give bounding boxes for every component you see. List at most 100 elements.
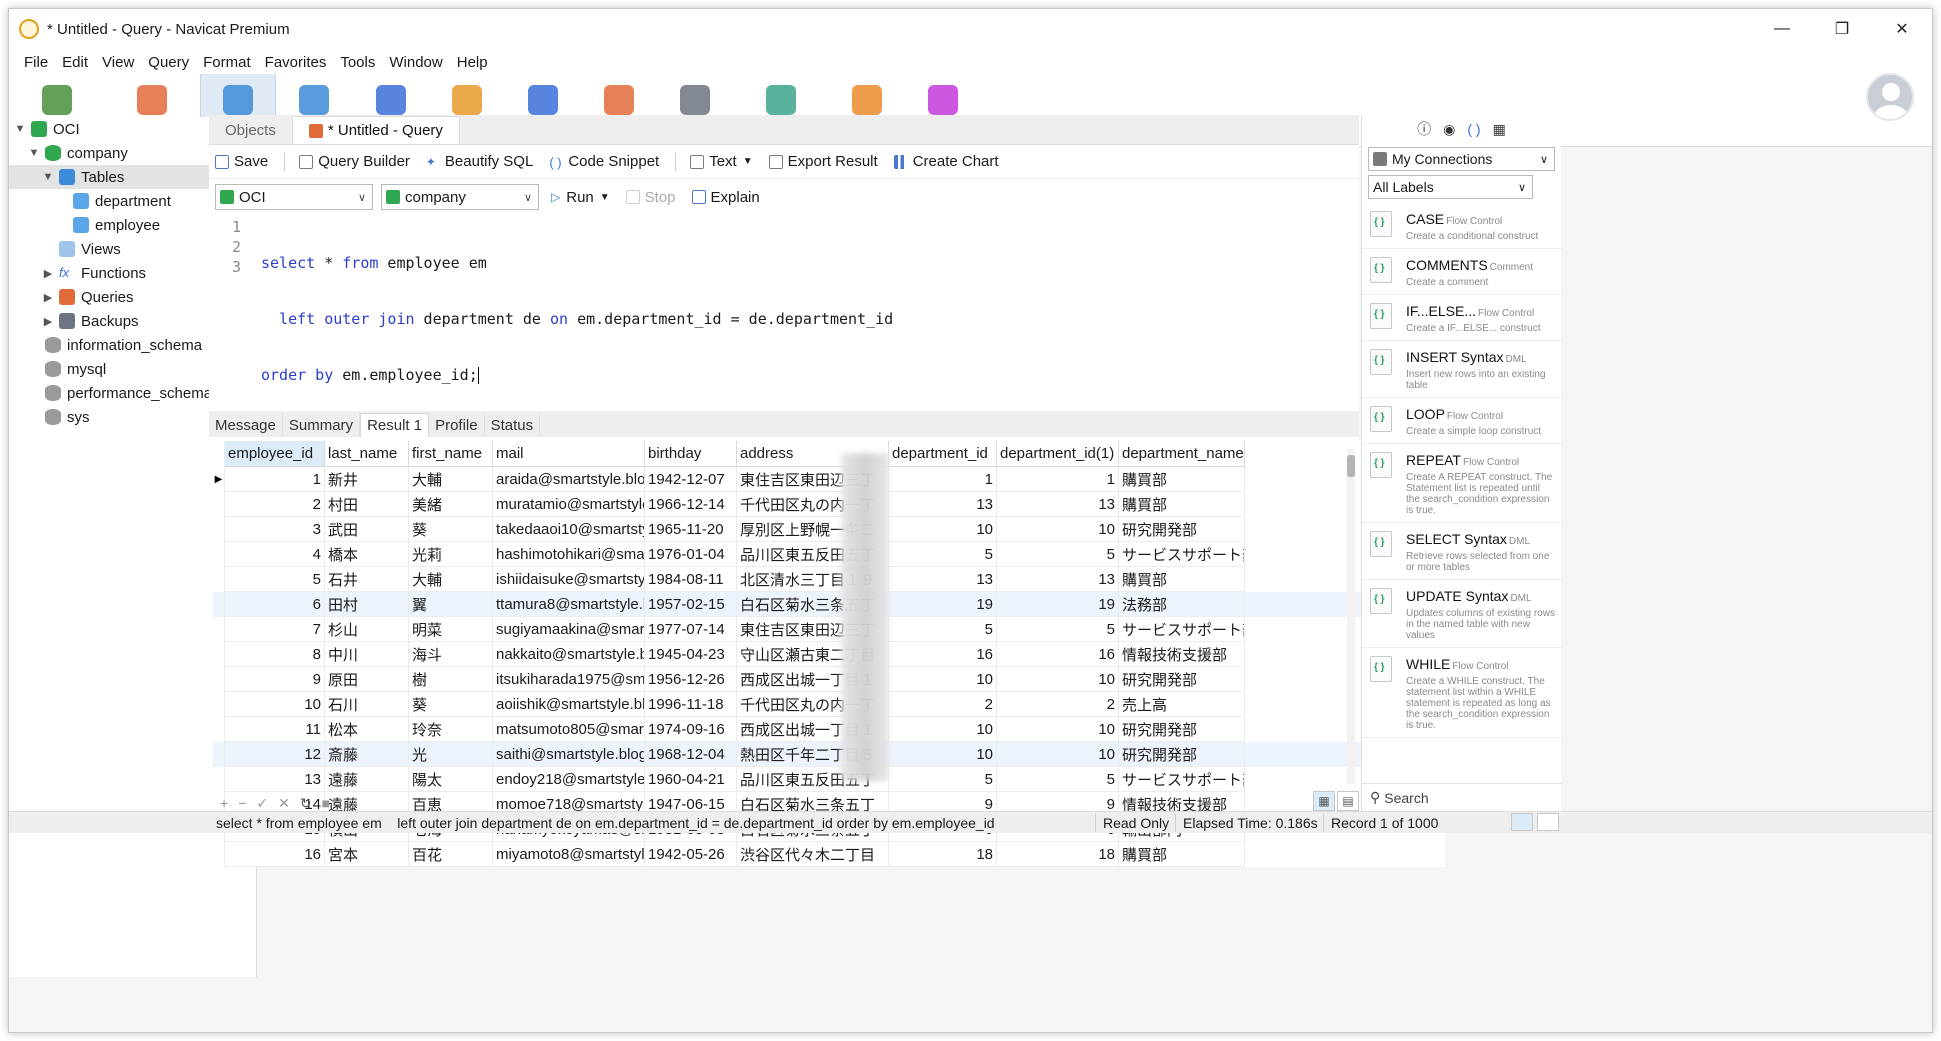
database-select[interactable]: company ∨: [381, 184, 539, 210]
grid-vertical-scrollbar[interactable]: [1347, 449, 1355, 784]
tab-status[interactable]: Status: [485, 413, 541, 437]
grid-cell[interactable]: 研究開発部: [1119, 517, 1245, 542]
expand-caret-icon[interactable]: ▶: [41, 267, 55, 280]
grid-cell[interactable]: hashimotohikari@smartstyle: [493, 542, 645, 567]
grid-cell[interactable]: 3: [225, 517, 325, 542]
column-header-department-id[interactable]: department_id: [889, 441, 997, 467]
grid-cell[interactable]: 1984-08-11: [645, 567, 737, 592]
grid-cell[interactable]: 光莉: [409, 542, 493, 567]
table-row[interactable]: 11松本玲奈matsumoto805@smartstyle.1974-09-16…: [213, 717, 1445, 742]
grid-cell[interactable]: 1: [889, 467, 997, 492]
restore-button[interactable]: ❐: [1812, 9, 1872, 49]
grid-cell[interactable]: 1942-05-26: [645, 842, 737, 867]
grid-cell[interactable]: 陽太: [409, 767, 493, 792]
snippet-item[interactable]: UPDATE SyntaxDML Updates columns of exist…: [1362, 580, 1561, 648]
minimize-button[interactable]: —: [1752, 9, 1812, 49]
grid-cell[interactable]: 5: [889, 542, 997, 567]
grid-cell[interactable]: sugiyamaakina@smartstyle.l: [493, 617, 645, 642]
grid-cell[interactable]: 中川: [325, 642, 409, 667]
tab-result-1[interactable]: Result 1: [360, 413, 430, 437]
grid-cell[interactable]: 1960-04-21: [645, 767, 737, 792]
export-result-button[interactable]: Export Result: [768, 153, 878, 170]
code-snippet-button[interactable]: ( ) Code Snippet: [549, 153, 659, 170]
grid-cell[interactable]: 10: [889, 742, 997, 767]
beautify-sql-button[interactable]: ✦ Beautify SQL: [426, 153, 533, 170]
grid-cell[interactable]: 5: [225, 567, 325, 592]
grid-cell[interactable]: 16: [889, 642, 997, 667]
table-row[interactable]: 2村田美緒muratamio@smartstyle.blog1966-12-14…: [213, 492, 1445, 517]
grid-cell[interactable]: 1956-12-26: [645, 667, 737, 692]
grid-cell[interactable]: 1996-11-18: [645, 692, 737, 717]
grid-cell[interactable]: 宮本: [325, 842, 409, 867]
grid-cell[interactable]: 1966-12-14: [645, 492, 737, 517]
info-icon[interactable]: ⓘ: [1417, 119, 1431, 139]
tab-summary[interactable]: Summary: [283, 413, 361, 437]
grid-cell[interactable]: 5: [889, 767, 997, 792]
table-row[interactable]: 13遠藤陽太endoy218@smartstyle.blog.j1960-04-…: [213, 767, 1445, 792]
grid-cell[interactable]: 10: [889, 667, 997, 692]
grid-cell[interactable]: 法務部: [1119, 592, 1245, 617]
grid-cell[interactable]: 1974-09-16: [645, 717, 737, 742]
grid-cell[interactable]: 5: [997, 767, 1119, 792]
grid-cell[interactable]: 光: [409, 742, 493, 767]
query-builder-button[interactable]: Query Builder: [299, 153, 410, 170]
grid-cell[interactable]: 9: [225, 667, 325, 692]
layout-icon[interactable]: ▦: [1493, 121, 1506, 138]
grid-cell[interactable]: 橋本: [325, 542, 409, 567]
grid-cell[interactable]: 7: [225, 617, 325, 642]
row-marker[interactable]: [213, 642, 225, 667]
column-header-employee-id[interactable]: employee_id: [225, 441, 325, 467]
grid-cell[interactable]: 大輔: [409, 567, 493, 592]
create-chart-button[interactable]: Create Chart: [893, 153, 999, 170]
code-snippet-tab-icon[interactable]: ( ): [1467, 121, 1480, 137]
grid-cell[interactable]: 購買部: [1119, 467, 1245, 492]
menu-help[interactable]: Help: [450, 54, 495, 71]
grid-view-icon[interactable]: ▦: [1313, 791, 1335, 811]
form-view-icon[interactable]: ▤: [1337, 791, 1359, 811]
grid-cell[interactable]: 海斗: [409, 642, 493, 667]
grid-cell[interactable]: 松本: [325, 717, 409, 742]
grid-cell[interactable]: 研究開発部: [1119, 667, 1245, 692]
menu-window[interactable]: Window: [382, 54, 449, 71]
grid-cell[interactable]: 美緒: [409, 492, 493, 517]
grid-cell[interactable]: saithi@smartstyle.blog.jp: [493, 742, 645, 767]
labels-select[interactable]: All Labels ∨: [1368, 175, 1533, 199]
grid-cell[interactable]: 新井: [325, 467, 409, 492]
grid-cell[interactable]: 12: [225, 742, 325, 767]
row-marker[interactable]: [213, 567, 225, 592]
grid-cell[interactable]: 購買部: [1119, 567, 1245, 592]
table-row[interactable]: 12斎藤光saithi@smartstyle.blog.jp1968-12-04…: [213, 742, 1445, 767]
connection-select[interactable]: OCI ∨: [215, 184, 373, 210]
grid-cell[interactable]: 13: [889, 567, 997, 592]
row-marker[interactable]: [213, 517, 225, 542]
apply-icon[interactable]: ✓: [256, 795, 268, 812]
grid-cell[interactable]: 1: [997, 467, 1119, 492]
grid-cell[interactable]: 5: [997, 542, 1119, 567]
expand-caret-icon[interactable]: ▼: [13, 123, 27, 135]
grid-cell[interactable]: aoiishik@smartstyle.blog.jp: [493, 692, 645, 717]
expand-caret-icon[interactable]: ▼: [27, 147, 41, 159]
table-row[interactable]: 9原田樹itsukiharada1975@smartstyl1956-12-26…: [213, 667, 1445, 692]
grid-cell[interactable]: 1965-11-20: [645, 517, 737, 542]
grid-cell[interactable]: 研究開発部: [1119, 717, 1245, 742]
grid-cell[interactable]: muratamio@smartstyle.blog: [493, 492, 645, 517]
grid-cell[interactable]: matsumoto805@smartstyle.: [493, 717, 645, 742]
grid-cell[interactable]: 遠藤: [325, 767, 409, 792]
menu-file[interactable]: File: [17, 54, 55, 71]
grid-cell[interactable]: 田村: [325, 592, 409, 617]
grid-cell[interactable]: takedaaoi10@smartstyle.blc: [493, 517, 645, 542]
run-button[interactable]: ▷ Run ▼: [551, 189, 610, 206]
grid-cell[interactable]: 10: [889, 517, 997, 542]
table-row[interactable]: 4橋本光莉hashimotohikari@smartstyle1976-01-0…: [213, 542, 1445, 567]
explain-button[interactable]: Explain: [691, 189, 760, 206]
grid-cell[interactable]: 19: [889, 592, 997, 617]
row-marker[interactable]: [213, 617, 225, 642]
tab-message[interactable]: Message: [209, 413, 283, 437]
grid-cell[interactable]: 情報技術支援部: [1119, 642, 1245, 667]
column-header-department-id1[interactable]: department_id(1): [997, 441, 1119, 467]
grid-cell[interactable]: 葵: [409, 517, 493, 542]
text-button[interactable]: Text ▼: [690, 153, 753, 170]
row-marker[interactable]: [213, 717, 225, 742]
grid-cell[interactable]: 18: [997, 842, 1119, 867]
tab-objects[interactable]: Objects: [209, 116, 292, 144]
